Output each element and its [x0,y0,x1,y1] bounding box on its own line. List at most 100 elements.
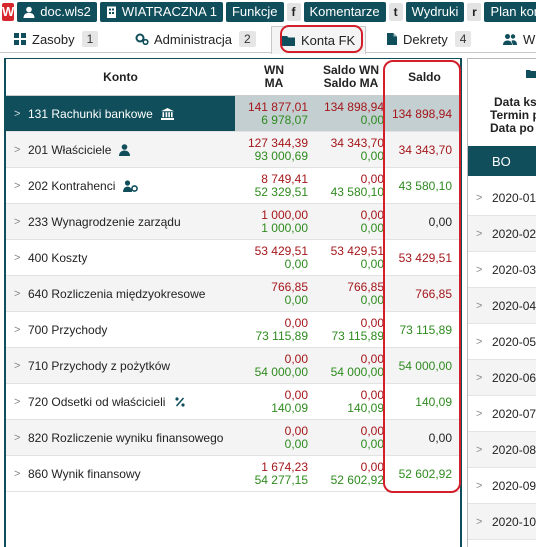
komentarze-label: Komentarze [309,4,380,19]
list-item[interactable]: >2020-06 [468,360,536,396]
saldo-ma-value: 0,00 [360,148,384,163]
saldo-ma-value: 0,00 [360,112,384,127]
gears-icon [135,33,149,45]
bo-row[interactable]: BO [468,146,536,176]
wn-value: 141 877,01 [247,99,308,114]
list-item[interactable]: >2020-04 [468,288,536,324]
header-konto[interactable]: Konto [6,59,235,95]
chevron-right-icon[interactable]: > [14,180,28,192]
tab-dekrety-label: Dekrety [403,31,448,47]
tab-dekrety-count: 4 [454,31,472,47]
entry-date: 2020-05 [492,334,536,349]
chevron-right-icon[interactable]: > [476,516,492,528]
main-tabs: Zasoby 1 Administracja 2 Konta FK Dekret… [0,24,536,54]
wn-value: 0,00 [284,423,308,438]
header-termin-platnosci[interactable]: Termin p [490,108,536,122]
ma-value: 73 115,89 [255,328,309,343]
ma-value: 0,00 [284,292,308,307]
entries-header: Data ks Termin p Data po [468,59,536,151]
header-data-ksiegowania[interactable]: Data ks [494,95,536,109]
chevron-right-icon[interactable]: > [476,372,492,384]
chevron-right-icon[interactable]: > [476,444,492,456]
saldo-wn-value: 0,00 [360,171,384,186]
plan-kont-label: Plan kont [490,4,536,19]
chevron-right-icon[interactable]: > [476,264,492,276]
ma-value: 0,00 [284,256,308,271]
account-name: 131 Rachunki bankowe [28,106,153,121]
company-label: WIATRACZNA 1 [121,4,217,19]
chevron-right-icon[interactable]: > [476,300,492,312]
chevron-right-icon[interactable]: > [14,216,28,228]
entries-list: >2020-01 >2020-02 >2020-03 >2020-04 >202… [468,180,536,540]
saldo-wn-value: 34 343,70 [330,135,384,150]
account-name: 710 Przychody z pożytków [28,358,171,373]
list-item[interactable]: >2020-02 [468,216,536,252]
tab-dekrety[interactable]: Dekrety 4 [387,26,472,52]
person-gear-icon [123,179,139,192]
chevron-right-icon[interactable]: > [14,396,28,408]
list-item[interactable]: >2020-01 [468,180,536,216]
saldo-ma-value: 54 000,00 [330,364,384,379]
saldo-ma-value: 73 115,89 [331,328,385,343]
ma-value: 140,09 [271,400,308,415]
entry-date: 2020-10 [492,514,536,529]
header-saldo-wn-ma[interactable]: Saldo WN Saldo MA [313,59,389,95]
file-label: doc.wls2 [40,4,91,19]
entry-date: 2020-08 [492,442,536,457]
top-toolbar: W doc.wls2 WIATRACZNA 1 Funkcje f Koment… [0,0,536,23]
chevron-right-icon[interactable]: > [476,480,492,492]
chevron-right-icon[interactable]: > [476,408,492,420]
ma-value: 0,00 [284,436,308,451]
plan-kont-button[interactable]: Plan kont [484,1,536,22]
tab-administracja[interactable]: Administracja 2 [135,26,256,52]
komentarze-shortcut-key: t [388,2,403,21]
header-wn-ma[interactable]: WN MA [235,59,313,95]
account-name: 700 Przychody [28,322,108,337]
grid-icon [14,33,26,45]
chevron-right-icon[interactable]: > [14,252,28,264]
ma-value: 1 000,00 [261,220,308,235]
ma-value: 6 978,07 [261,112,308,127]
chevron-right-icon[interactable]: > [14,288,28,300]
ma-value: 54 000,00 [254,364,308,379]
chevron-right-icon[interactable]: > [476,228,492,240]
wydruki-button[interactable]: Wydruki [405,1,465,22]
list-item[interactable]: >2020-07 [468,396,536,432]
wn-value: 0,00 [284,315,308,330]
tab-zasoby-label: Zasoby [32,31,75,47]
chevron-right-icon[interactable]: > [14,360,28,372]
tab-w[interactable]: W [503,26,535,52]
chevron-right-icon[interactable]: > [14,468,28,480]
saldo-wn-value: 0,00 [360,315,384,330]
list-item[interactable]: >2020-10 [468,504,536,540]
wn-value: 1 674,23 [261,459,308,474]
chevron-right-icon[interactable]: > [14,144,28,156]
chevron-right-icon[interactable]: > [14,108,28,120]
entry-date: 2020-04 [492,298,536,313]
tab-zasoby-count: 1 [81,31,99,47]
saldo-column-highlight-ring [383,60,461,493]
document-icon [387,33,397,45]
chevron-right-icon[interactable]: > [14,432,28,444]
chevron-right-icon[interactable]: > [476,336,492,348]
funkcje-button[interactable]: Funkcje [225,1,284,22]
saldo-ma-value: 52 602,92 [330,472,384,487]
komentarze-button[interactable]: Komentarze [303,1,386,22]
ma-value: 54 277,15 [254,472,308,487]
account-name: 820 Rozliczenie wyniku finansowego [28,430,224,445]
konta-fk-highlight-ring [280,25,363,53]
list-item[interactable]: >2020-08 [468,432,536,468]
list-item[interactable]: >2020-03 [468,252,536,288]
list-item[interactable]: >2020-05 [468,324,536,360]
file-button[interactable]: doc.wls2 [17,1,97,22]
tab-zasoby[interactable]: Zasoby 1 [14,26,99,52]
company-button[interactable]: WIATRACZNA 1 [99,1,223,22]
list-item[interactable]: >2020-09 [468,468,536,504]
wn-value: 1 000,00 [261,207,308,222]
header-ma: MA [264,76,284,90]
tab-w-label: W [523,31,536,47]
saldo-wn-value: 53 429,51 [330,243,384,258]
chevron-right-icon[interactable]: > [14,324,28,336]
header-data-powstania[interactable]: Data po [490,121,534,135]
chevron-right-icon[interactable]: > [476,192,492,204]
